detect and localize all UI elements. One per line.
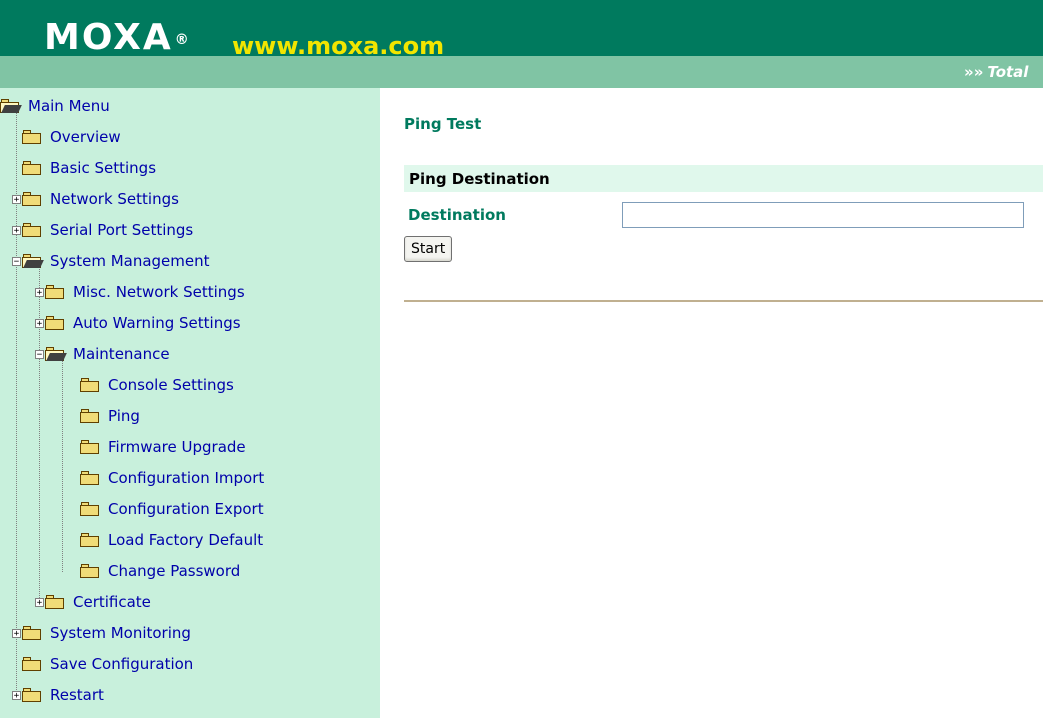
- expand-plus-icon[interactable]: +: [35, 318, 44, 328]
- folder-icon: [80, 533, 100, 547]
- sidebar-item-maintenance[interactable]: − Maintenance: [35, 343, 170, 365]
- sidebar-menu-tree: Main Menu Overview Basic Settings + Netw…: [0, 88, 380, 718]
- sidebar-item-main-menu[interactable]: Main Menu: [0, 95, 110, 117]
- sidebar-item-label: Network Settings: [50, 190, 179, 208]
- folder-icon: [22, 161, 42, 175]
- section-title: Ping Destination: [409, 170, 550, 188]
- destination-input[interactable]: [622, 202, 1024, 228]
- sidebar-item-label: Certificate: [73, 593, 151, 611]
- header-bar: [0, 56, 1043, 88]
- destination-label: Destination: [408, 206, 506, 224]
- sidebar-item-label: Misc. Network Settings: [73, 283, 245, 301]
- collapse-minus-icon[interactable]: −: [12, 256, 21, 266]
- sidebar-item-label: Ping: [108, 407, 140, 425]
- sidebar-item-save-configuration[interactable]: Save Configuration: [22, 653, 193, 675]
- expand-plus-icon[interactable]: +: [12, 628, 21, 638]
- sidebar-item-system-monitoring[interactable]: + System Monitoring: [12, 622, 191, 644]
- sidebar-item-change-password[interactable]: Change Password: [80, 560, 240, 582]
- folder-icon: [80, 440, 100, 454]
- start-button[interactable]: Start: [404, 236, 453, 262]
- sidebar-item-overview[interactable]: Overview: [22, 126, 121, 148]
- folder-icon: [80, 409, 100, 423]
- sidebar-item-label: Serial Port Settings: [50, 221, 194, 239]
- sidebar-item-console-settings[interactable]: Console Settings: [80, 374, 234, 396]
- sidebar-item-label: Maintenance: [73, 345, 170, 363]
- folder-icon: [22, 626, 42, 640]
- sidebar-item-ping[interactable]: Ping: [80, 405, 140, 427]
- sidebar-item-label: System Management: [50, 252, 210, 270]
- sidebar-item-label: System Monitoring: [50, 624, 191, 642]
- sidebar-item-load-factory-default[interactable]: Load Factory Default: [80, 529, 263, 551]
- folder-icon: [45, 595, 65, 609]
- tree-line: [62, 359, 63, 572]
- folder-icon: [22, 688, 42, 702]
- folder-icon: [22, 130, 42, 144]
- expand-plus-icon[interactable]: +: [12, 690, 21, 700]
- expand-plus-icon[interactable]: +: [35, 597, 44, 607]
- sidebar-item-label: Load Factory Default: [108, 531, 264, 549]
- divider: [404, 300, 1043, 302]
- expand-plus-icon[interactable]: +: [35, 287, 44, 297]
- sidebar-item-auto-warning-settings[interactable]: + Auto Warning Settings: [35, 312, 241, 334]
- main-content: Ping Test Ping Destination Destination S…: [380, 88, 1043, 718]
- registered-mark: ®: [174, 32, 191, 48]
- sidebar-item-label: Basic Settings: [50, 159, 157, 177]
- tagline-text: Total: [987, 63, 1029, 81]
- sidebar-item-label: Save Configuration: [50, 655, 194, 673]
- sidebar-item-label: Overview: [50, 128, 121, 146]
- folder-icon: [45, 316, 65, 330]
- sidebar-item-certificate[interactable]: + Certificate: [35, 591, 151, 613]
- sidebar-item-network-settings[interactable]: + Network Settings: [12, 188, 179, 210]
- sidebar-item-label: Auto Warning Settings: [73, 314, 241, 332]
- sidebar-item-label: Console Settings: [108, 376, 234, 394]
- open-folder-icon: [45, 347, 67, 361]
- folder-icon: [45, 285, 65, 299]
- logo-text: MOXA: [44, 17, 173, 58]
- sidebar-item-label: Change Password: [108, 562, 241, 580]
- sidebar-item-serial-port-settings[interactable]: + Serial Port Settings: [12, 219, 193, 241]
- header-tagline: »» Total: [964, 63, 1028, 81]
- double-chevron-icon: »»: [964, 63, 984, 81]
- expand-plus-icon[interactable]: +: [12, 194, 21, 204]
- folder-icon: [22, 192, 42, 206]
- sidebar-item-configuration-import[interactable]: Configuration Import: [80, 467, 264, 489]
- page-title: Ping Test: [404, 115, 482, 133]
- header-banner: MOXA ® www.moxa.com »» Total: [0, 0, 1043, 88]
- section-header: Ping Destination: [404, 165, 1043, 192]
- sidebar-item-label: Firmware Upgrade: [108, 438, 246, 456]
- sidebar-item-misc-network-settings[interactable]: + Misc. Network Settings: [35, 281, 245, 303]
- folder-icon: [80, 564, 100, 578]
- open-folder-icon: [22, 254, 44, 268]
- folder-icon: [80, 378, 100, 392]
- folder-icon: [22, 657, 42, 671]
- sidebar-item-system-management[interactable]: − System Management: [12, 250, 210, 272]
- folder-icon: [22, 223, 42, 237]
- sidebar-item-label: Configuration Import: [108, 469, 265, 487]
- sidebar-item-label: Configuration Export: [108, 500, 264, 518]
- folder-icon: [80, 502, 100, 516]
- sidebar-item-restart[interactable]: + Restart: [12, 684, 104, 706]
- sidebar-item-basic-settings[interactable]: Basic Settings: [22, 157, 156, 179]
- sidebar-item-configuration-export[interactable]: Configuration Export: [80, 498, 264, 520]
- open-folder-icon: [0, 99, 22, 113]
- sidebar-item-firmware-upgrade[interactable]: Firmware Upgrade: [80, 436, 246, 458]
- moxa-logo: MOXA ®: [44, 18, 191, 58]
- sidebar-item-label: Main Menu: [28, 97, 110, 115]
- collapse-minus-icon[interactable]: −: [35, 349, 44, 359]
- folder-icon: [80, 471, 100, 485]
- expand-plus-icon[interactable]: +: [12, 225, 21, 235]
- sidebar-item-label: Restart: [50, 686, 104, 704]
